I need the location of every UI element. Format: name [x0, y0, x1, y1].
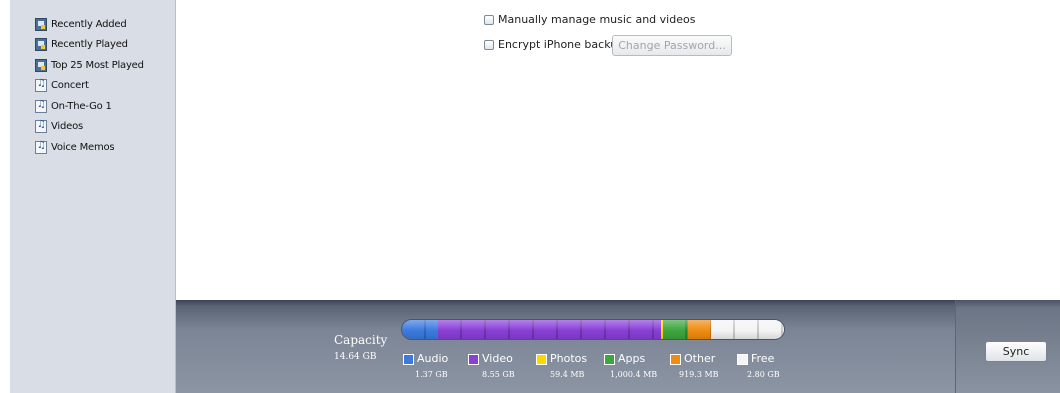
sidebar-item-label: Top 25 Most Played: [51, 59, 144, 71]
sidebar-item-on-the-go-1[interactable]: On-The-Go 1: [35, 97, 112, 115]
capacity-segment-other: [688, 320, 712, 339]
sidebar-item-recently-played[interactable]: Recently Played: [35, 35, 128, 53]
sync-button[interactable]: Sync: [985, 341, 1047, 362]
sidebar-item-concert[interactable]: Concert: [35, 76, 89, 94]
legend-size: 2.80 GB: [747, 370, 780, 379]
capacity-segment-apps: [662, 320, 689, 339]
sidebar-item-videos[interactable]: Videos: [35, 117, 83, 135]
legend-name: Apps: [618, 352, 646, 365]
legend-name: Free: [751, 352, 775, 365]
legend-swatch: [670, 354, 681, 365]
smart-playlist-icon: [35, 17, 47, 31]
encrypt-backup-checkbox[interactable]: [484, 39, 494, 50]
legend-swatch: [604, 354, 615, 365]
capacity-bar: [402, 320, 784, 339]
legend-size: 1.37 GB: [415, 370, 448, 379]
sidebar-item-label: Recently Played: [51, 38, 128, 50]
smart-playlist-icon: [35, 37, 47, 51]
sidebar-item-label: Videos: [51, 120, 84, 132]
sidebar-item-voice-memos[interactable]: Voice Memos: [35, 138, 115, 156]
playlist-icon: [35, 78, 47, 92]
legend-name: Audio: [417, 352, 449, 365]
legend-swatch: [403, 354, 414, 365]
change-password-button[interactable]: Change Password...: [612, 35, 732, 56]
playlist-icon: [35, 140, 47, 154]
sidebar-item-label: Voice Memos: [51, 141, 115, 153]
sidebar-item-top-25-most-played[interactable]: Top 25 Most Played: [35, 56, 144, 74]
smart-playlist-icon: [35, 58, 47, 72]
sidebar-item-label: Concert: [51, 79, 89, 91]
manual-manage-option[interactable]: Manually manage music and videos: [484, 13, 695, 26]
sidebar-item-recently-added[interactable]: Recently Added: [35, 15, 127, 33]
manual-manage-label: Manually manage music and videos: [498, 13, 696, 26]
legend-swatch: [468, 354, 479, 365]
encrypt-backup-label: Encrypt iPhone backup: [498, 38, 625, 51]
capacity-total: 14.64 GB: [334, 352, 377, 362]
playlist-icon: [35, 99, 47, 113]
legend-name: Video: [482, 352, 513, 365]
legend-size: 8.55 GB: [482, 370, 515, 379]
capacity-segment-free: [711, 320, 784, 339]
capacity-segment-video: [437, 320, 661, 339]
legend-name: Photos: [550, 352, 588, 365]
capacity-footer: Capacity 14.64 GB Audio 1.37 GB Video 8.…: [176, 300, 1060, 393]
capacity-title: Capacity: [334, 333, 388, 347]
playlist-icon: [35, 119, 47, 133]
sidebar: Recently Added Recently Played Top 25 Mo…: [10, 0, 176, 393]
legend-swatch: [536, 354, 547, 365]
capacity-segment-audio: [402, 320, 438, 339]
manual-manage-checkbox[interactable]: [484, 14, 494, 25]
sidebar-item-label: Recently Added: [51, 18, 127, 30]
sidebar-item-label: On-The-Go 1: [51, 100, 112, 112]
legend-size: 59.4 MB: [550, 370, 585, 379]
legend-swatch: [737, 354, 748, 365]
encrypt-backup-option[interactable]: Encrypt iPhone backup: [484, 38, 624, 51]
legend-size: 1,000.4 MB: [610, 370, 658, 379]
legend-size: 919.3 MB: [679, 370, 719, 379]
legend-name: Other: [684, 352, 716, 365]
